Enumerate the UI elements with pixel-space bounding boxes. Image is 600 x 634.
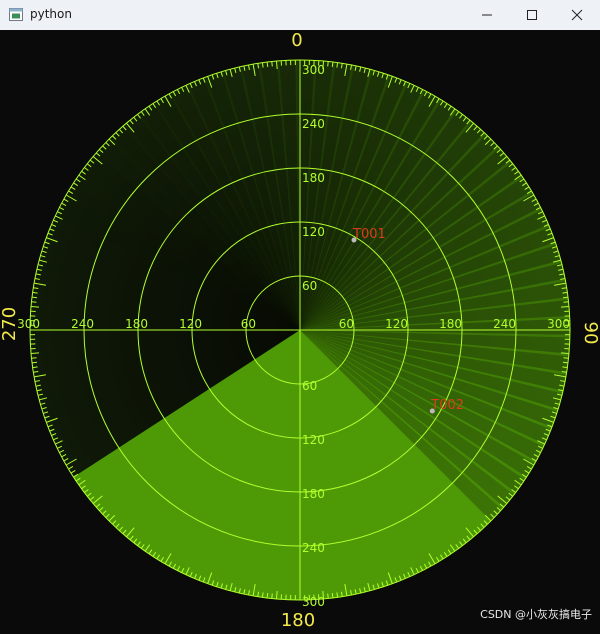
range-label-east: 120 (385, 317, 408, 331)
range-label-south: 180 (302, 487, 325, 501)
radar-canvas: 60 60 60 60 120 120 120 120 180 180 180 180 240 240 24… (0, 30, 600, 630)
compass-tick (33, 367, 38, 368)
compass-label-east: 90 (580, 322, 600, 345)
compass-tick (328, 594, 329, 599)
target-label: T002 (430, 398, 464, 413)
range-label-south: 240 (302, 541, 325, 555)
range-label-north: 180 (302, 171, 325, 185)
close-button[interactable] (554, 0, 600, 30)
compass-tick (272, 61, 273, 66)
range-label-west: 300 (17, 317, 40, 331)
range-label-north: 240 (302, 117, 325, 131)
compass-tick (262, 592, 263, 597)
compass-tick (561, 306, 569, 307)
compass-tick (31, 358, 36, 359)
compass-tick (272, 594, 273, 599)
maximize-icon (526, 9, 538, 21)
compass-tick (337, 63, 338, 68)
target-label: T001 (352, 227, 386, 242)
compass-label-north: 0 (291, 30, 302, 51)
range-label-west: 120 (179, 317, 202, 331)
radar-display: 60 60 60 60 120 120 120 120 180 180 180 180 240 240 24… (0, 30, 600, 630)
compass-tick (564, 358, 569, 359)
compass-tick (561, 353, 569, 354)
compass-label-west: 270 (0, 307, 20, 341)
range-label-east: 240 (493, 317, 516, 331)
minimize-icon (481, 9, 493, 21)
range-label-north: 120 (302, 225, 325, 239)
compass-tick (276, 61, 277, 69)
compass-tick (276, 591, 277, 599)
compass-tick (332, 62, 333, 67)
range-label-east: 180 (439, 317, 462, 331)
range-label-south: 120 (302, 433, 325, 447)
maximize-button[interactable] (509, 0, 555, 30)
range-label-west: 180 (125, 317, 148, 331)
range-label-north: 60 (302, 279, 317, 293)
compass-tick (563, 362, 568, 363)
compass-tick (33, 292, 38, 293)
range-label-west: 60 (241, 317, 256, 331)
range-label-south: 60 (302, 379, 317, 393)
watermark: CSDN @小灰灰搞电子 (480, 606, 592, 622)
range-label-east: 60 (339, 317, 354, 331)
compass-tick (267, 62, 268, 67)
close-icon (571, 9, 583, 21)
compass-tick (31, 306, 39, 307)
compass-tick (32, 297, 37, 298)
compass-tick (32, 362, 37, 363)
compass-tick (332, 593, 333, 598)
range-label-west: 240 (71, 317, 94, 331)
compass-tick (337, 592, 338, 597)
python-app-icon (9, 8, 23, 21)
compass-tick (562, 367, 567, 368)
compass-tick (563, 297, 568, 298)
range-label-south: 300 (302, 595, 325, 609)
compass-tick (564, 302, 569, 303)
compass-tick (31, 302, 36, 303)
compass-tick (328, 61, 329, 66)
compass-tick (262, 63, 263, 68)
range-label-north: 300 (302, 63, 325, 77)
minimize-button[interactable] (464, 0, 510, 30)
compass-label-south: 180 (281, 610, 315, 630)
compass-tick (562, 292, 567, 293)
range-label-east: 300 (547, 317, 570, 331)
compass-tick (31, 353, 39, 354)
window-title: python (30, 7, 72, 21)
title-bar: python (0, 0, 600, 31)
compass-tick (267, 593, 268, 598)
